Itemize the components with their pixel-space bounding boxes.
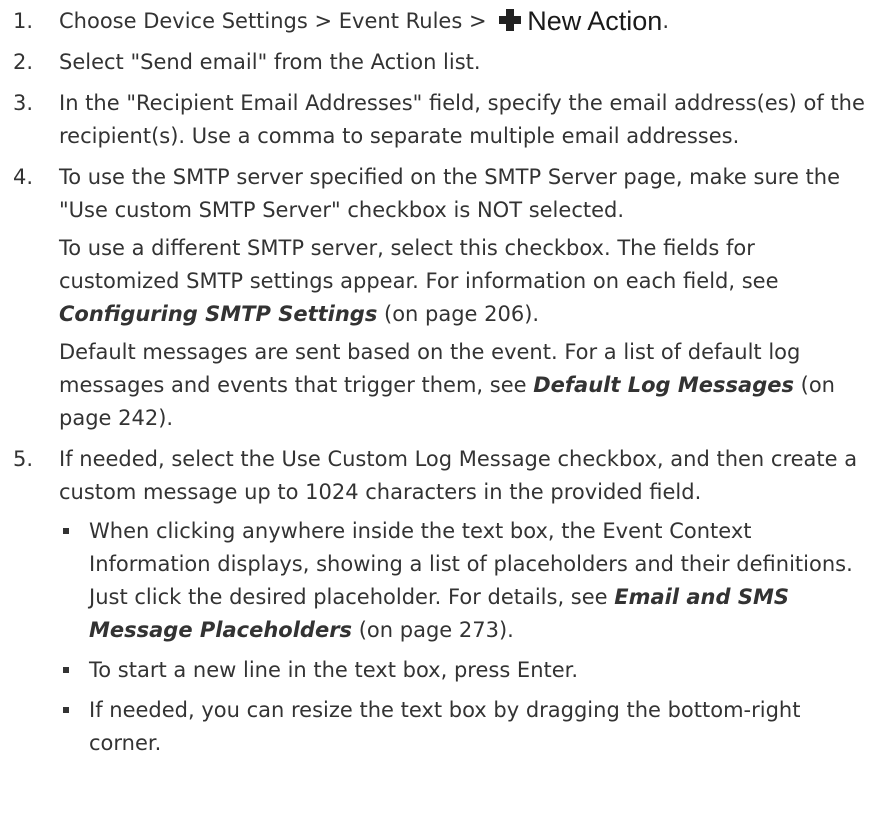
step-text-end: . bbox=[662, 9, 669, 33]
paragraph-text: (on page 206). bbox=[377, 302, 540, 326]
step-text: To use the SMTP server specified on the … bbox=[59, 165, 840, 222]
link-configuring-smtp-settings[interactable]: Configuring SMTP Settings bbox=[59, 302, 377, 326]
step-3: 3. In the "Recipient Email Addresses" fi… bbox=[13, 87, 866, 153]
step-text: Select "Send email" from the Action list… bbox=[59, 50, 481, 74]
bullet-list: When clicking anywhere inside the text b… bbox=[59, 515, 866, 760]
step-number: 2. bbox=[13, 50, 34, 74]
step-paragraph: Default messages are sent based on the e… bbox=[59, 336, 866, 435]
bullet-marker bbox=[63, 667, 69, 673]
step-text: Choose Device Settings > Event Rules > bbox=[59, 9, 487, 33]
bullet-marker bbox=[63, 528, 69, 534]
link-default-log-messages[interactable]: Default Log Messages bbox=[533, 373, 794, 397]
plus-icon bbox=[499, 9, 522, 31]
procedure-document: 1. Choose Device Settings > Event Rules … bbox=[0, 0, 876, 760]
step-5: 5. If needed, select the Use Custom Log … bbox=[13, 443, 866, 760]
step-2: 2. Select "Send email" from the Action l… bbox=[13, 46, 866, 79]
step-1: 1. Choose Device Settings > Event Rules … bbox=[13, 5, 866, 38]
step-text: If needed, select the Use Custom Log Mes… bbox=[59, 447, 858, 504]
bullet-text: To start a new line in the text box, pre… bbox=[89, 658, 579, 682]
paragraph-text: To use a different SMTP server, select t… bbox=[59, 236, 779, 293]
list-item: When clicking anywhere inside the text b… bbox=[59, 515, 866, 647]
step-number: 1. bbox=[13, 9, 34, 33]
list-item: To start a new line in the text box, pre… bbox=[59, 654, 866, 687]
bullet-text: (on page 273). bbox=[352, 618, 514, 642]
list-item: If needed, you can resize the text box b… bbox=[59, 694, 866, 760]
step-text: In the "Recipient Email Addresses" field… bbox=[59, 91, 865, 148]
new-action-label: New Action bbox=[527, 6, 663, 36]
bullet-text: If needed, you can resize the text box b… bbox=[89, 698, 801, 755]
step-number: 5. bbox=[13, 447, 34, 471]
step-paragraph: To use a different SMTP server, select t… bbox=[59, 232, 866, 331]
step-number: 4. bbox=[13, 165, 34, 189]
step-4: 4. To use the SMTP server specified on t… bbox=[13, 161, 866, 435]
step-number: 3. bbox=[13, 91, 34, 115]
bullet-marker bbox=[63, 707, 69, 713]
new-action-button: New Action bbox=[499, 6, 663, 36]
